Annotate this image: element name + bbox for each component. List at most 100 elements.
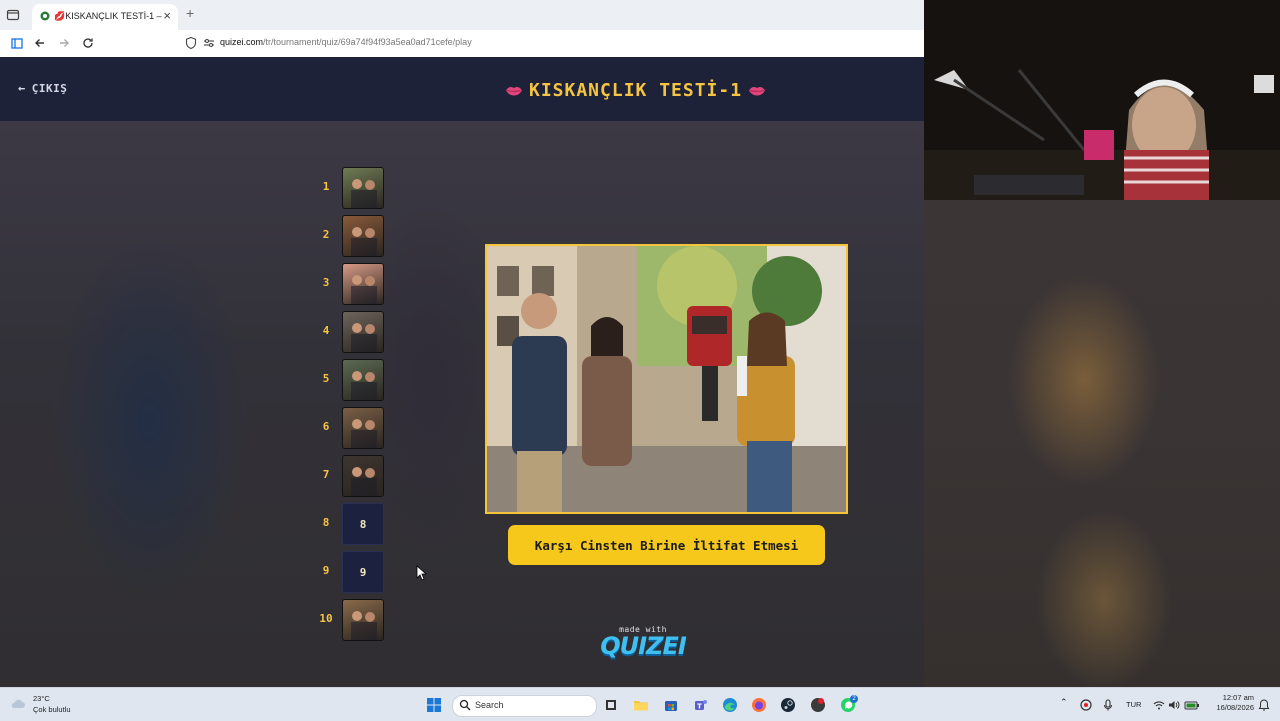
steam-icon[interactable] bbox=[780, 697, 796, 713]
thumbnail-person bbox=[352, 611, 362, 621]
volume-icon[interactable] bbox=[1168, 699, 1180, 711]
tab-actions-icon[interactable] bbox=[6, 8, 20, 22]
whatsapp-badge: 2 bbox=[850, 695, 858, 703]
thumbnail-image bbox=[351, 419, 377, 448]
round-item[interactable]: 1 bbox=[318, 166, 388, 210]
sidebar-toggle-icon[interactable] bbox=[10, 36, 24, 50]
thumbnail-body bbox=[351, 190, 377, 208]
reload-icon[interactable] bbox=[81, 36, 95, 50]
thumbnail-person bbox=[352, 419, 362, 429]
round-thumbnail[interactable] bbox=[342, 359, 384, 401]
lips-icon bbox=[749, 86, 766, 95]
thumbnail-image bbox=[351, 611, 377, 640]
quiz-header: ← ÇIKIŞ KISKANÇLIK TESTİ-1 bbox=[0, 57, 924, 121]
round-thumbnail[interactable] bbox=[342, 455, 384, 497]
round-thumbnail[interactable] bbox=[342, 311, 384, 353]
round-item[interactable]: 7 bbox=[318, 454, 388, 498]
round-number: 1 bbox=[322, 180, 330, 193]
clock-time: 12:07 am bbox=[1222, 693, 1254, 702]
round-thumbnail[interactable] bbox=[342, 599, 384, 641]
thumbnail-body bbox=[351, 430, 377, 448]
thumbnail-body bbox=[351, 622, 377, 640]
chevron-up-icon[interactable]: ⌃ bbox=[1060, 697, 1068, 708]
search-placeholder: Search bbox=[475, 700, 504, 710]
notification-bell-icon[interactable] bbox=[1258, 699, 1270, 711]
new-tab-button[interactable]: + bbox=[186, 5, 194, 21]
round-item[interactable]: 6 bbox=[318, 406, 388, 450]
round-number: 6 bbox=[322, 420, 330, 433]
thumbnail-image bbox=[351, 371, 377, 400]
lips-icon bbox=[506, 86, 522, 95]
answer-option-button[interactable]: Karşı Cinsten Birine İltifat Etmesi bbox=[508, 525, 825, 565]
weather-condition: Çok bulutlu bbox=[33, 705, 71, 714]
round-thumbnail[interactable] bbox=[342, 263, 384, 305]
system-clock[interactable]: 12:07 am 16/08/2026 bbox=[1208, 693, 1254, 713]
round-empty-slot[interactable]: 8 bbox=[342, 503, 384, 545]
round-thumbnail[interactable] bbox=[342, 215, 384, 257]
thumbnail-person bbox=[352, 371, 362, 381]
thumbnail-person bbox=[352, 275, 362, 285]
round-item[interactable]: 88 bbox=[318, 502, 388, 546]
round-thumbnail[interactable] bbox=[342, 407, 384, 449]
taskbar-search-input[interactable]: Search bbox=[452, 695, 597, 717]
round-number: 8 bbox=[322, 516, 330, 529]
app-icon[interactable] bbox=[810, 697, 826, 713]
quizei-logo: QUIZEI bbox=[600, 632, 687, 660]
arrow-left-icon: ← bbox=[18, 81, 26, 95]
round-thumbnail[interactable] bbox=[342, 167, 384, 209]
back-icon[interactable] bbox=[33, 36, 47, 50]
thumbnail-body bbox=[351, 478, 377, 496]
round-number: 5 bbox=[322, 372, 330, 385]
thumbnail-body bbox=[351, 286, 377, 304]
round-item[interactable]: 99 bbox=[318, 550, 388, 594]
teams-icon[interactable]: T bbox=[692, 697, 708, 713]
address-bar[interactable]: quizei.com/tr/tournament/quiz/69a74f94f9… bbox=[182, 33, 914, 53]
round-number: 4 bbox=[322, 324, 330, 337]
wifi-icon[interactable] bbox=[1153, 699, 1165, 711]
thumbnail-person bbox=[365, 180, 375, 190]
made-with-quizei[interactable]: made with QUIZEI bbox=[598, 625, 688, 660]
tab-title: 💋KISKANÇLIK TESTİ-1 – Tie bbox=[54, 11, 162, 21]
browser-navbar: quizei.com/tr/tournament/quiz/69a74f94f9… bbox=[0, 30, 924, 58]
round-item[interactable]: 5 bbox=[318, 358, 388, 402]
round-item[interactable]: 4 bbox=[318, 310, 388, 354]
round-number: 9 bbox=[322, 564, 330, 577]
round-empty-slot[interactable]: 9 bbox=[342, 551, 384, 593]
thumbnail-image bbox=[351, 227, 377, 256]
webcam-overlay bbox=[924, 0, 1280, 200]
svg-text:T: T bbox=[697, 703, 702, 711]
question-image[interactable] bbox=[485, 244, 848, 514]
battery-icon[interactable] bbox=[1184, 699, 1200, 711]
edge-icon[interactable] bbox=[722, 697, 738, 713]
file-explorer-icon[interactable] bbox=[633, 697, 649, 713]
thumbnail-body bbox=[351, 334, 377, 352]
firefox-icon[interactable] bbox=[751, 697, 767, 713]
tray-app-icon[interactable] bbox=[1080, 699, 1092, 711]
forward-icon[interactable] bbox=[57, 36, 71, 50]
round-number: 2 bbox=[322, 228, 330, 241]
task-view-icon[interactable] bbox=[603, 697, 619, 713]
weather-temp: 23°C bbox=[33, 694, 50, 703]
round-item[interactable]: 2 bbox=[318, 214, 388, 258]
round-item[interactable]: 10 bbox=[318, 598, 388, 642]
thumbnail-person bbox=[365, 372, 375, 382]
input-language[interactable]: TUR bbox=[1126, 700, 1141, 709]
site-settings-icon[interactable] bbox=[202, 36, 216, 50]
windows-start-icon[interactable] bbox=[426, 697, 442, 713]
url-host: quizei.com bbox=[220, 37, 264, 47]
exit-button[interactable]: ← ÇIKIŞ bbox=[18, 81, 67, 95]
mouse-cursor-icon bbox=[416, 565, 426, 581]
round-item[interactable]: 3 bbox=[318, 262, 388, 306]
quiz-page: ← ÇIKIŞ KISKANÇLIK TESTİ-1 1 2 3 4 5 6 7 8 8 9 9 10 bbox=[0, 57, 924, 687]
store-icon[interactable] bbox=[663, 697, 679, 713]
microphone-icon[interactable] bbox=[1103, 699, 1113, 711]
browser-tab-active[interactable]: 💋KISKANÇLIK TESTİ-1 – Tie × bbox=[32, 4, 178, 30]
weather-widget[interactable]: 23°C Çok bulutlu bbox=[10, 693, 90, 717]
site-info-icon[interactable] bbox=[184, 36, 198, 50]
quizei-favicon-icon bbox=[40, 11, 50, 21]
tab-close-icon[interactable]: × bbox=[163, 8, 171, 23]
street-scene-illustration bbox=[487, 246, 846, 512]
cloud-icon bbox=[11, 699, 25, 708]
thumbnail-person bbox=[365, 420, 375, 430]
thumbnail-person bbox=[365, 468, 375, 478]
